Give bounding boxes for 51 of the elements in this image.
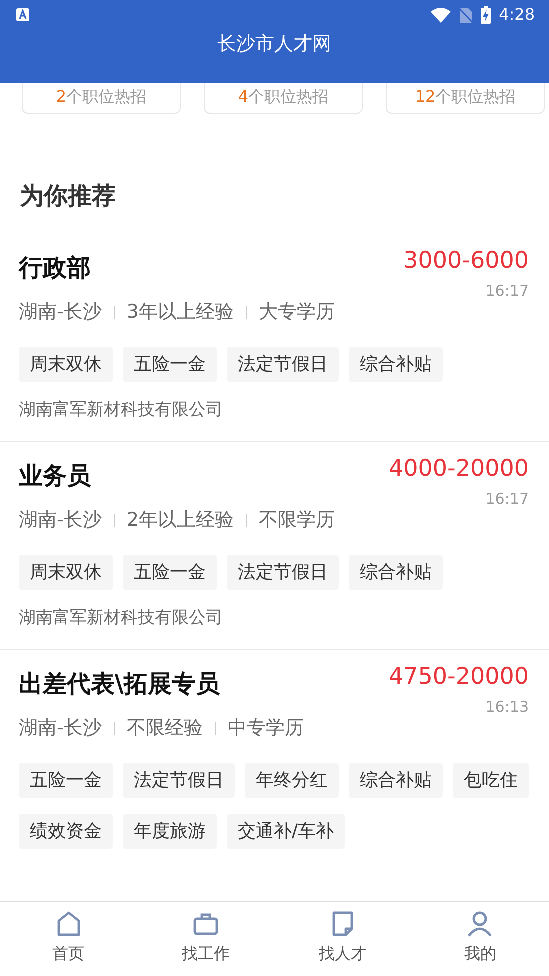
job-requirement: 不限经验: [126, 716, 203, 741]
benefit-tag: 包吃住: [453, 762, 529, 798]
benefit-tag: 周末双休: [19, 554, 113, 590]
post-time: 16:17: [486, 489, 529, 510]
salary: 4750-20000: [389, 663, 529, 692]
person-icon: [466, 910, 494, 938]
benefit-tag: 五险一金: [19, 762, 113, 798]
keyboard-app-icon: [16, 8, 30, 22]
company-name: 湖南富军新材科技有限公司: [19, 398, 224, 422]
job-requirement: 大专学历: [258, 300, 335, 325]
benefit-tag: 法定节假日: [123, 762, 235, 798]
benefit-tag: 五险一金: [123, 346, 217, 382]
benefit-tag: 综合补贴: [349, 346, 443, 382]
nav-tab[interactable]: 找工作: [137, 902, 274, 976]
job-title: 业务员: [19, 461, 91, 492]
job-requirement: 湖南-长沙: [19, 716, 102, 741]
benefit-tag: 年度旅游: [123, 814, 217, 848]
no-sim-icon: [459, 6, 474, 24]
benefit-tag: 年终分红: [245, 762, 339, 798]
job-title: 行政部: [19, 253, 91, 284]
job-requirement: 中专学历: [228, 716, 304, 741]
benefit-tag: 综合补贴: [349, 762, 443, 798]
benefit-tag: 五险一金: [123, 554, 217, 590]
benefit-tag: 交通补/车补: [227, 814, 346, 848]
company-name: 湖南富军新材科技有限公司: [19, 606, 224, 630]
wifi-icon: [431, 8, 452, 22]
battery-charging-icon: [481, 6, 492, 24]
post-time: 16:13: [486, 697, 529, 718]
job-requirement: 3年以上经验: [126, 300, 234, 325]
benefit-tag: 综合补贴: [349, 554, 443, 590]
benefit-tag: 绩效资金: [19, 814, 113, 848]
nav-tab[interactable]: 我的: [412, 902, 549, 976]
salary: 4000-20000: [389, 455, 529, 484]
job-title: 出差代表\拓展专员: [19, 669, 220, 700]
nav-tab[interactable]: 找人才: [274, 902, 412, 976]
job-listing[interactable]: 出差代表\拓展专员 4750-20000 湖南-长沙 不限经验 中专学历 16:13 五险一金 法定节假日 年终分红 综合补贴 包吃住 绩效资金 年度旅游 交通补/车补: [0, 650, 549, 866]
salary: 3000-6000: [404, 247, 529, 276]
job-requirement: 2年以上经验: [126, 508, 234, 533]
status-time: 4:28: [499, 4, 535, 26]
section-title: 为你推荐: [20, 182, 116, 210]
job-listing[interactable]: 行政部 3000-6000 湖南-长沙 3年以上经验 大专学历 16:17 周末双休 五险一金 法定节假日 综合补贴 湖南富军新材科技有限公司: [0, 234, 549, 442]
job-requirement: 不限学历: [258, 508, 335, 533]
post-time: 16:17: [486, 281, 529, 302]
nav-tab[interactable]: 首页: [0, 902, 138, 976]
benefit-tag: 周末双休: [19, 346, 113, 382]
benefit-tag: 法定节假日: [227, 346, 339, 382]
app-title: 长沙市人才网: [218, 33, 332, 55]
job-requirement: 湖南-长沙: [19, 508, 102, 533]
benefit-tag: 法定节假日: [227, 554, 339, 590]
job-requirement: 湖南-长沙: [19, 300, 102, 325]
job-listing[interactable]: 业务员 4000-20000 湖南-长沙 2年以上经验 不限学历 16:17 周末双休 五险一金 法定节假日 综合补贴 湖南富军新材科技有限公司: [0, 442, 549, 650]
